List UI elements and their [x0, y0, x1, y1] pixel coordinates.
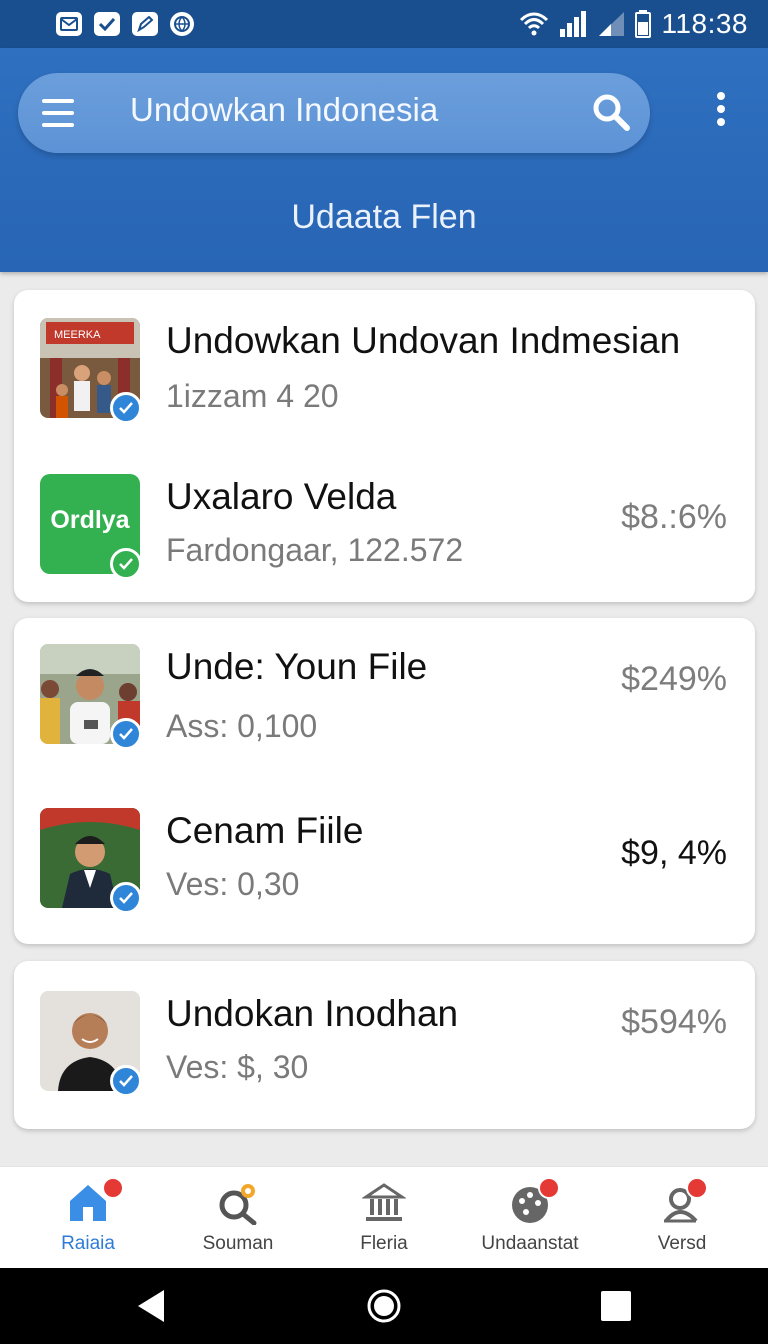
search-gear-icon [216, 1181, 260, 1226]
page-title: Udaata Flen [291, 198, 477, 236]
nav-label: Raiaia [61, 1233, 115, 1254]
search-bar[interactable]: Undowkan Indonesia [18, 73, 650, 153]
item-value: $8.:6% [621, 498, 727, 536]
status-time: 118:38 [661, 8, 748, 39]
notification-badge [102, 1177, 124, 1199]
list-item[interactable]: Unde: Youn File Ass: 0,100 $249% [14, 644, 755, 794]
verified-check-icon [110, 1065, 142, 1097]
item-value: $249% [621, 660, 727, 698]
verified-check-icon [110, 718, 142, 750]
item-subtitle: Ass: 0,100 [166, 708, 318, 744]
verified-check-icon [110, 392, 142, 424]
list-card: Unde: Youn File Ass: 0,100 $249% Cenam F… [14, 618, 755, 944]
notification-badge [538, 1177, 560, 1199]
mail-icon [56, 12, 82, 36]
nav-item-bank[interactable]: Fleria [314, 1167, 454, 1269]
list-card: Undokan Inodhan Ves: $, 30 $594% [14, 961, 755, 1129]
nav-label: Souman [202, 1233, 274, 1254]
verified-check-icon [110, 548, 142, 580]
app-header: Undowkan Indonesia Udaata Flen [0, 48, 768, 272]
item-subtitle: 1izzam 4 20 [166, 378, 339, 414]
bank-icon [361, 1181, 407, 1225]
bottom-navigation: Raiaia Souman Fleria Undaanstat Versd [0, 1166, 768, 1268]
item-value: $9, 4% [621, 834, 727, 872]
search-input[interactable]: Undowkan Indonesia [130, 91, 438, 129]
item-title: Undowkan Undovan Indmesian [166, 320, 681, 361]
item-title: Cenam Fiile [166, 810, 364, 851]
system-navigation-bar [0, 1268, 768, 1344]
list-card: MEERKA Undowkan Undovan Indmesian 1izzam… [14, 290, 755, 602]
svg-text:MEERKA: MEERKA [54, 329, 101, 341]
notification-icons [56, 12, 194, 36]
nav-item-profile[interactable]: Versd [612, 1167, 752, 1269]
wifi-icon [519, 11, 549, 37]
item-value: $594% [621, 1003, 727, 1041]
nav-label: Versd [657, 1233, 707, 1254]
nav-item-home[interactable]: Raiaia [18, 1167, 158, 1269]
status-bar: 118:38 [0, 0, 768, 48]
logo-text: Ordlya [50, 506, 130, 534]
battery-icon [635, 10, 652, 38]
globe-icon [170, 12, 194, 36]
edit-icon [132, 12, 158, 36]
search-icon[interactable] [590, 91, 632, 133]
nav-item-search[interactable]: Souman [168, 1167, 308, 1269]
list-item[interactable]: Undokan Inodhan Ves: $, 30 $594% [14, 991, 755, 1141]
recents-icon[interactable] [596, 1286, 636, 1326]
list-item[interactable]: MEERKA Undowkan Undovan Indmesian 1izzam… [14, 318, 755, 468]
notification-badge [686, 1177, 708, 1199]
signal-icon [559, 11, 587, 37]
signal-weak-icon [597, 11, 625, 37]
item-title: Uxalaro Velda [166, 476, 397, 517]
nav-label: Fleria [360, 1233, 408, 1254]
back-icon[interactable] [132, 1286, 172, 1326]
check-icon [94, 12, 120, 36]
nav-label: Undaanstat [481, 1233, 579, 1254]
item-subtitle: Ves: $, 30 [166, 1049, 309, 1085]
list-item[interactable]: Ordlya Uxalaro Velda Fardongaar, 122.572… [14, 474, 755, 624]
nav-item-stats[interactable]: Undaanstat [460, 1167, 600, 1269]
list-item[interactable]: Cenam Fiile Ves: 0,30 $9, 4% [14, 808, 755, 958]
status-indicators: 118:38 [519, 8, 748, 40]
item-subtitle: Ves: 0,30 [166, 866, 300, 902]
menu-icon[interactable] [42, 99, 74, 127]
home-circle-icon[interactable] [364, 1286, 404, 1326]
item-title: Unde: Youn File [166, 646, 428, 687]
overflow-menu-icon[interactable] [706, 92, 736, 136]
item-subtitle: Fardongaar, 122.572 [166, 532, 464, 568]
verified-check-icon [110, 882, 142, 914]
item-title: Undokan Inodhan [166, 993, 459, 1034]
